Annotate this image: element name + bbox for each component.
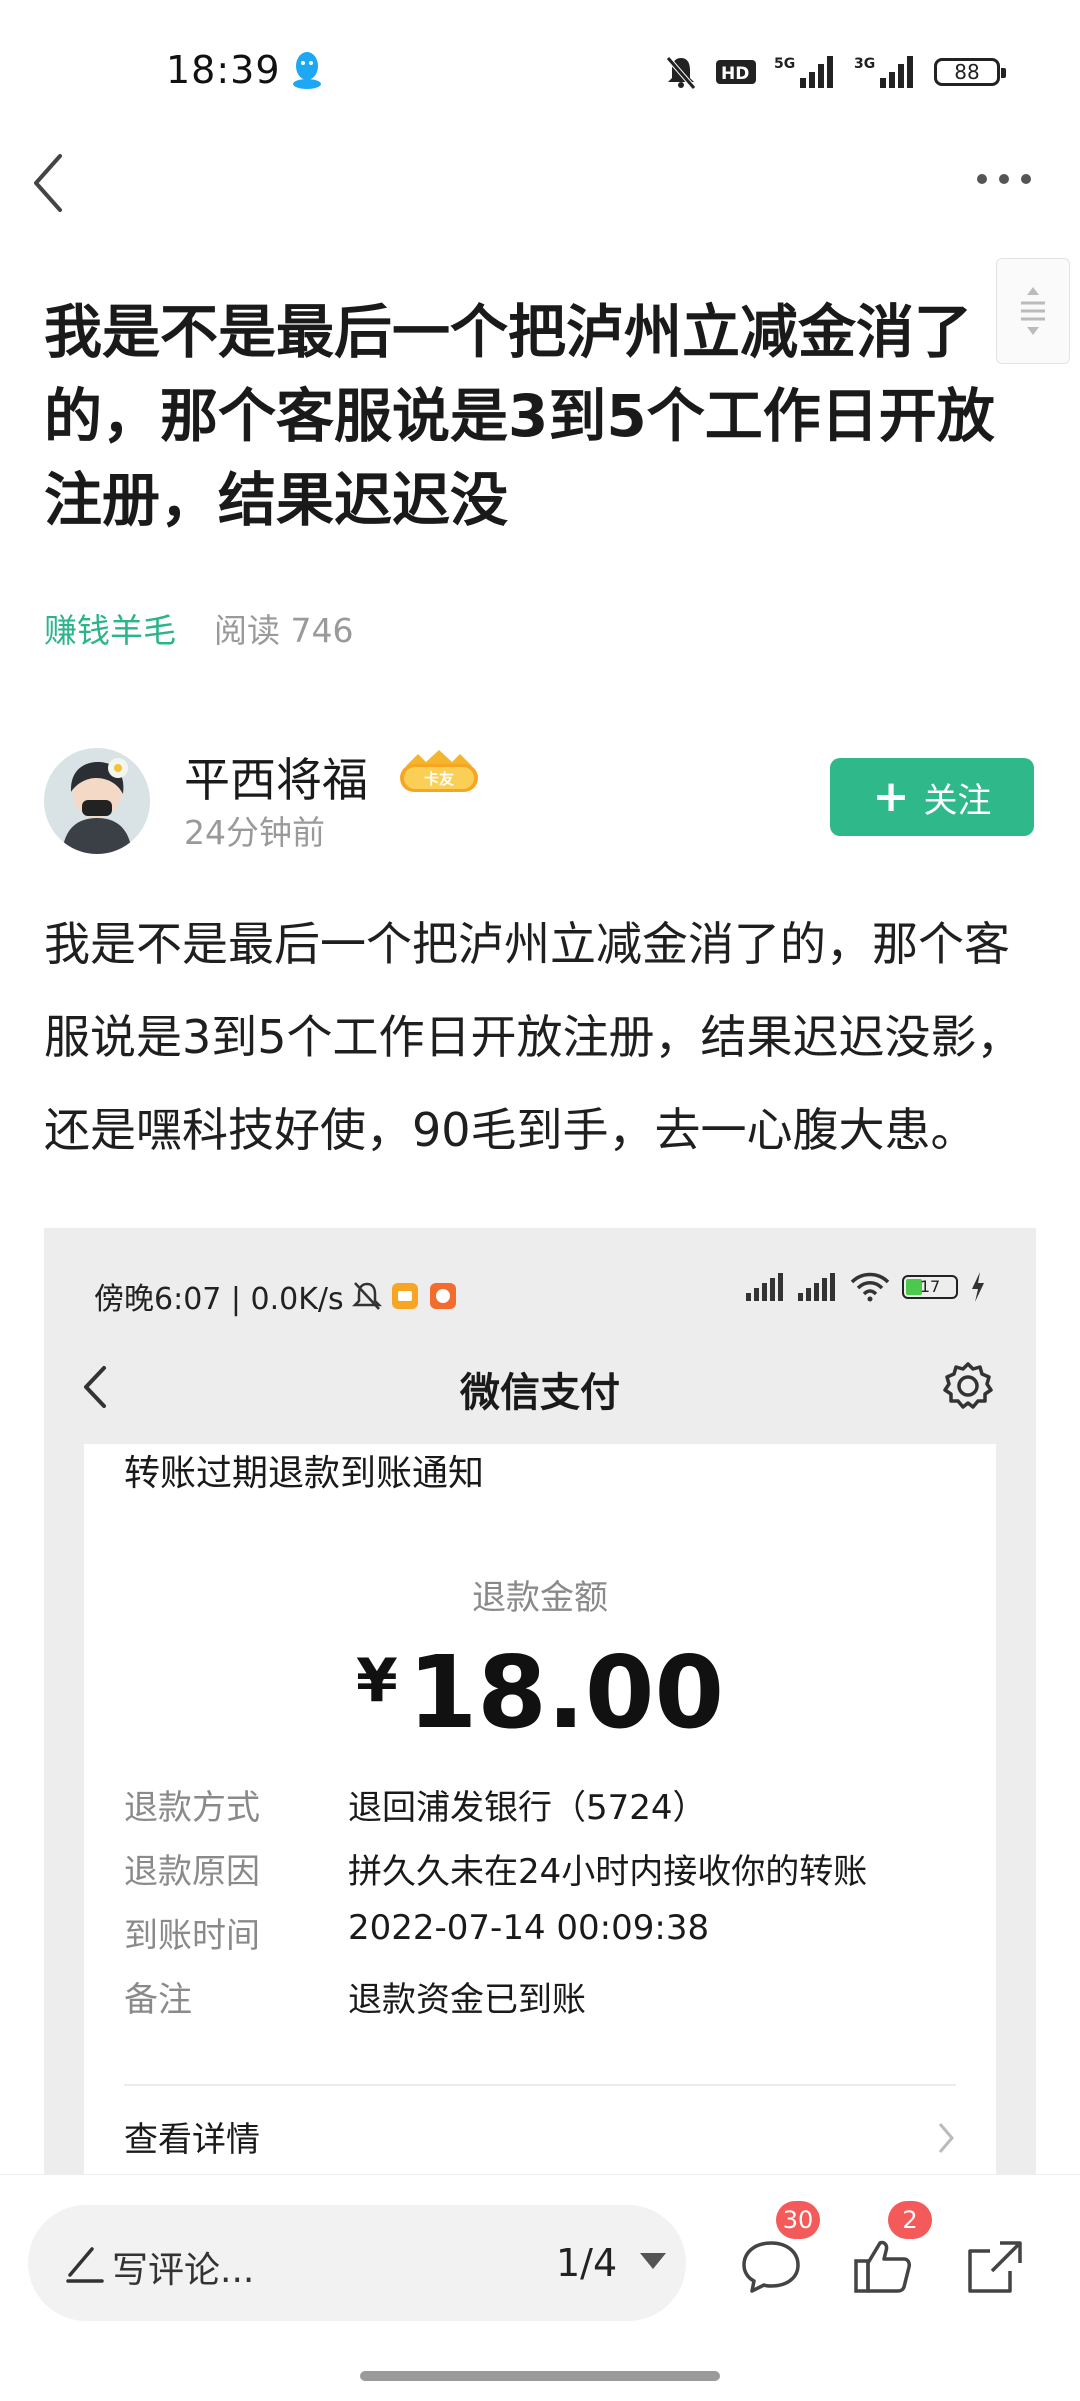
mute-bell-icon: [351, 1282, 382, 1310]
detail-key: 退款方式: [124, 1788, 260, 1828]
comment-count-badge: 30: [776, 2201, 820, 2239]
card-heading: 转账过期退款到账通知: [124, 1453, 485, 1494]
signal-5g-icon: 5G: [774, 56, 833, 88]
svg-text:卡友: 卡友: [424, 770, 454, 788]
signal-hd-icon: [798, 1273, 835, 1301]
amount-value: 18.00: [407, 1634, 725, 1751]
detail-value: 拼久久未在24小时内接收你的转账: [348, 1852, 868, 1892]
hd-icon: HD: [716, 60, 756, 84]
status-time: 18:39: [166, 48, 281, 92]
share-button[interactable]: [960, 2231, 1030, 2301]
detail-key: 到账时间: [124, 1916, 260, 1956]
plus-icon: +: [872, 771, 910, 822]
detail-key: 备注: [124, 1980, 192, 2020]
article-meta: 赚钱羊毛 阅读 746: [44, 604, 353, 652]
battery-icon: 17: [902, 1275, 958, 1299]
follow-button[interactable]: + 关注: [830, 758, 1034, 836]
wifi-icon: [850, 1272, 890, 1302]
avatar-image: [44, 748, 150, 854]
more-icon[interactable]: [974, 164, 1034, 194]
svg-text:5G: 5G: [774, 56, 795, 72]
back-arrow-icon[interactable]: [28, 148, 68, 218]
article-body: 我是不是最后一个把泸州立减金消了的，那个客服说是3到5个工作日开放注册，结果迟迟…: [44, 917, 1023, 1157]
chevron-right-icon: [938, 2123, 954, 2153]
author-name[interactable]: 平西将福: [184, 744, 368, 810]
embedded-status-left: 傍晚6:07 | 0.0K/s: [94, 1274, 458, 1318]
embedded-status-text: 傍晚6:07 | 0.0K/s: [94, 1282, 344, 1317]
status-bar: 18:39 HD 5G 3G 88: [0, 0, 1080, 140]
pen-icon: [66, 2247, 104, 2283]
author-row: 平西将福 卡友 24分钟前 + 关注: [44, 748, 1034, 858]
detail-value: 退款资金已到账: [348, 1980, 586, 2020]
avatar[interactable]: [44, 748, 150, 854]
app-notification-icon-2: [429, 1283, 456, 1309]
page-indicator[interactable]: 1/4: [556, 2241, 617, 2285]
like-count-badge: 2: [888, 2201, 932, 2239]
thumbs-up-icon: [854, 2240, 911, 2293]
home-indicator[interactable]: [360, 2371, 720, 2381]
caret-down-icon[interactable]: [640, 2253, 666, 2271]
embedded-title: 微信支付: [460, 1370, 620, 1416]
view-details-link: 查看详情: [124, 2120, 260, 2160]
app-notification-icon: [391, 1283, 418, 1309]
article-title: 我是不是最后一个把泸州立减金消了的，那个客服说是3到5个工作日开放注册，结果迟迟…: [44, 298, 995, 534]
embedded-status-right: 17: [746, 1272, 986, 1302]
battery-icon: 88: [934, 58, 1006, 86]
post-time: 24分钟前: [184, 813, 325, 852]
signal-3g-icon: 3G: [854, 56, 913, 88]
charging-icon: [972, 1272, 984, 1302]
top-nav: [0, 140, 1080, 240]
comment-button[interactable]: 30: [736, 2201, 820, 2301]
qq-icon: [293, 52, 321, 89]
refund-card: 转账过期退款到账通知 退款金额 ¥18.00 退款方式 退回浦发银行（5724）…: [84, 1444, 996, 2228]
divider: [124, 2084, 956, 2086]
mute-bell-icon: [666, 56, 696, 90]
follow-label: 关注: [923, 780, 992, 821]
signal-icon: [746, 1273, 783, 1301]
bottom-bar: 写评论... 1/4 30 2: [0, 2174, 1080, 2401]
detail-value: 2022-07-14 00:09:38: [348, 1908, 710, 1948]
comment-placeholder: 写评论...: [112, 2250, 255, 2291]
embedded-screenshot[interactable]: 傍晚6:07 | 0.0K/s 17 微信支付 转账过期退款到账通知 退款金额 …: [44, 1228, 1036, 2228]
embedded-header: 微信支付: [44, 1332, 1036, 1442]
share-icon: [968, 2241, 1022, 2293]
refund-amount: ¥18.00: [84, 1634, 996, 1751]
gear-icon: [943, 1362, 993, 1409]
detail-value: 退回浦发银行（5724）: [348, 1788, 707, 1828]
read-count: 阅读 746: [214, 611, 354, 650]
status-icons: HD 5G 3G 88: [664, 52, 1006, 92]
card-friend-badge: 卡友: [400, 750, 478, 792]
svg-text:3G: 3G: [854, 56, 875, 72]
embedded-status-bar: 傍晚6:07 | 0.0K/s 17: [44, 1228, 1036, 1317]
like-button[interactable]: 2: [848, 2201, 932, 2301]
detail-key: 退款原因: [124, 1852, 260, 1892]
refund-label: 退款金额: [472, 1578, 608, 1618]
comment-input[interactable]: 写评论... 1/4: [28, 2205, 686, 2321]
article-category[interactable]: 赚钱羊毛: [44, 604, 176, 652]
svg-text:HD: HD: [721, 64, 749, 84]
currency-symbol: ¥: [355, 1646, 398, 1716]
comment-icon: [742, 2241, 800, 2293]
